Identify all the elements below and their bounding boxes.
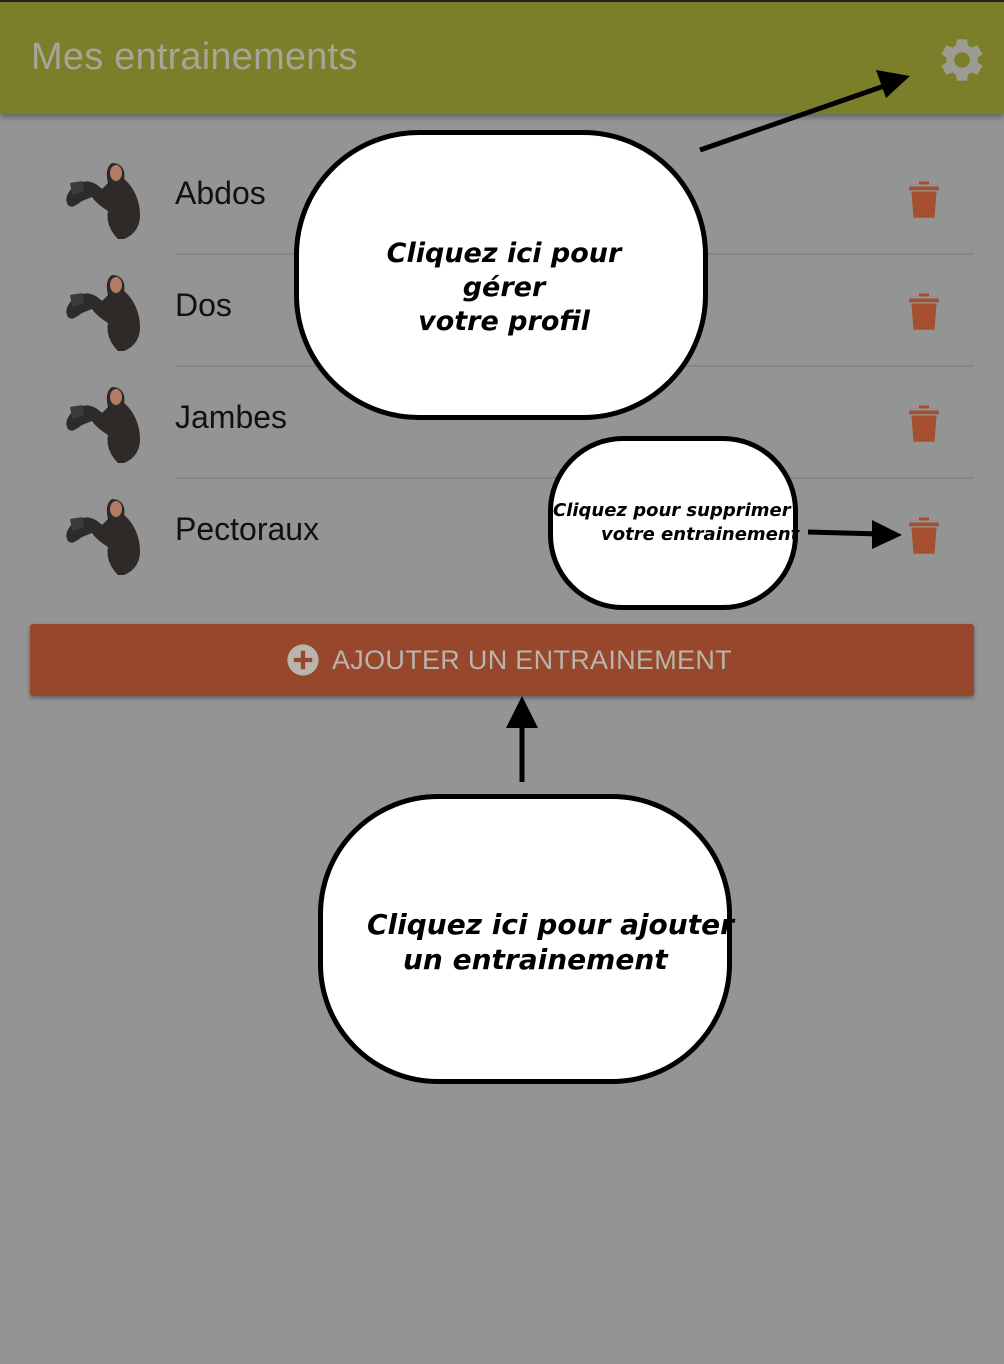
workout-avatar [66,163,140,239]
trash-icon[interactable] [906,515,942,555]
trash-icon[interactable] [906,291,942,331]
add-callout: Cliquez ici pour ajouter un entrainement [318,794,734,1084]
trash-icon[interactable] [906,179,942,219]
workout-label: Jambes [175,399,288,435]
gear-icon[interactable] [936,34,988,86]
plus-circle-icon [287,644,319,676]
profile-callout-text: Cliquez ici pour gérer votre profil [349,237,659,339]
callout-line: Cliquez ici pour ajouter [367,908,734,941]
callout-line: votre profil [418,306,590,337]
page-title: Mes entrainements [31,36,358,78]
add-button-label: AJOUTER UN ENTRAINEMENT [332,644,732,675]
trash-icon[interactable] [906,403,942,443]
arrow-head-add [506,696,538,728]
callout-line: un entrainement [403,943,668,976]
workout-avatar [66,387,140,463]
workout-avatar [66,275,140,351]
add-button-content: AJOUTER UN ENTRAINEMENT [286,643,732,677]
add-callout-text: Cliquez ici pour ajouter un entrainement [367,907,734,977]
workout-label: Dos [175,287,232,323]
callout-line: Cliquez ici pour gérer [386,238,622,303]
callout-line: votre entrainement [601,524,800,545]
add-workout-button[interactable]: AJOUTER UN ENTRAINEMENT [30,624,974,696]
workout-label: Pectoraux [175,511,320,547]
delete-callout-text: Cliquez pour supprimer votre entrainemen… [553,499,801,547]
callout-line: Cliquez pour supprimer [553,500,791,521]
profile-callout: Cliquez ici pour gérer votre profil [294,130,708,420]
workout-avatar [66,499,140,575]
workout-label: Abdos [175,175,266,211]
app-bar: Mes entrainements [0,0,1004,114]
delete-callout: Cliquez pour supprimer votre entrainemen… [548,436,801,610]
workout-item-pectoraux[interactable]: Pectoraux [0,479,1004,591]
